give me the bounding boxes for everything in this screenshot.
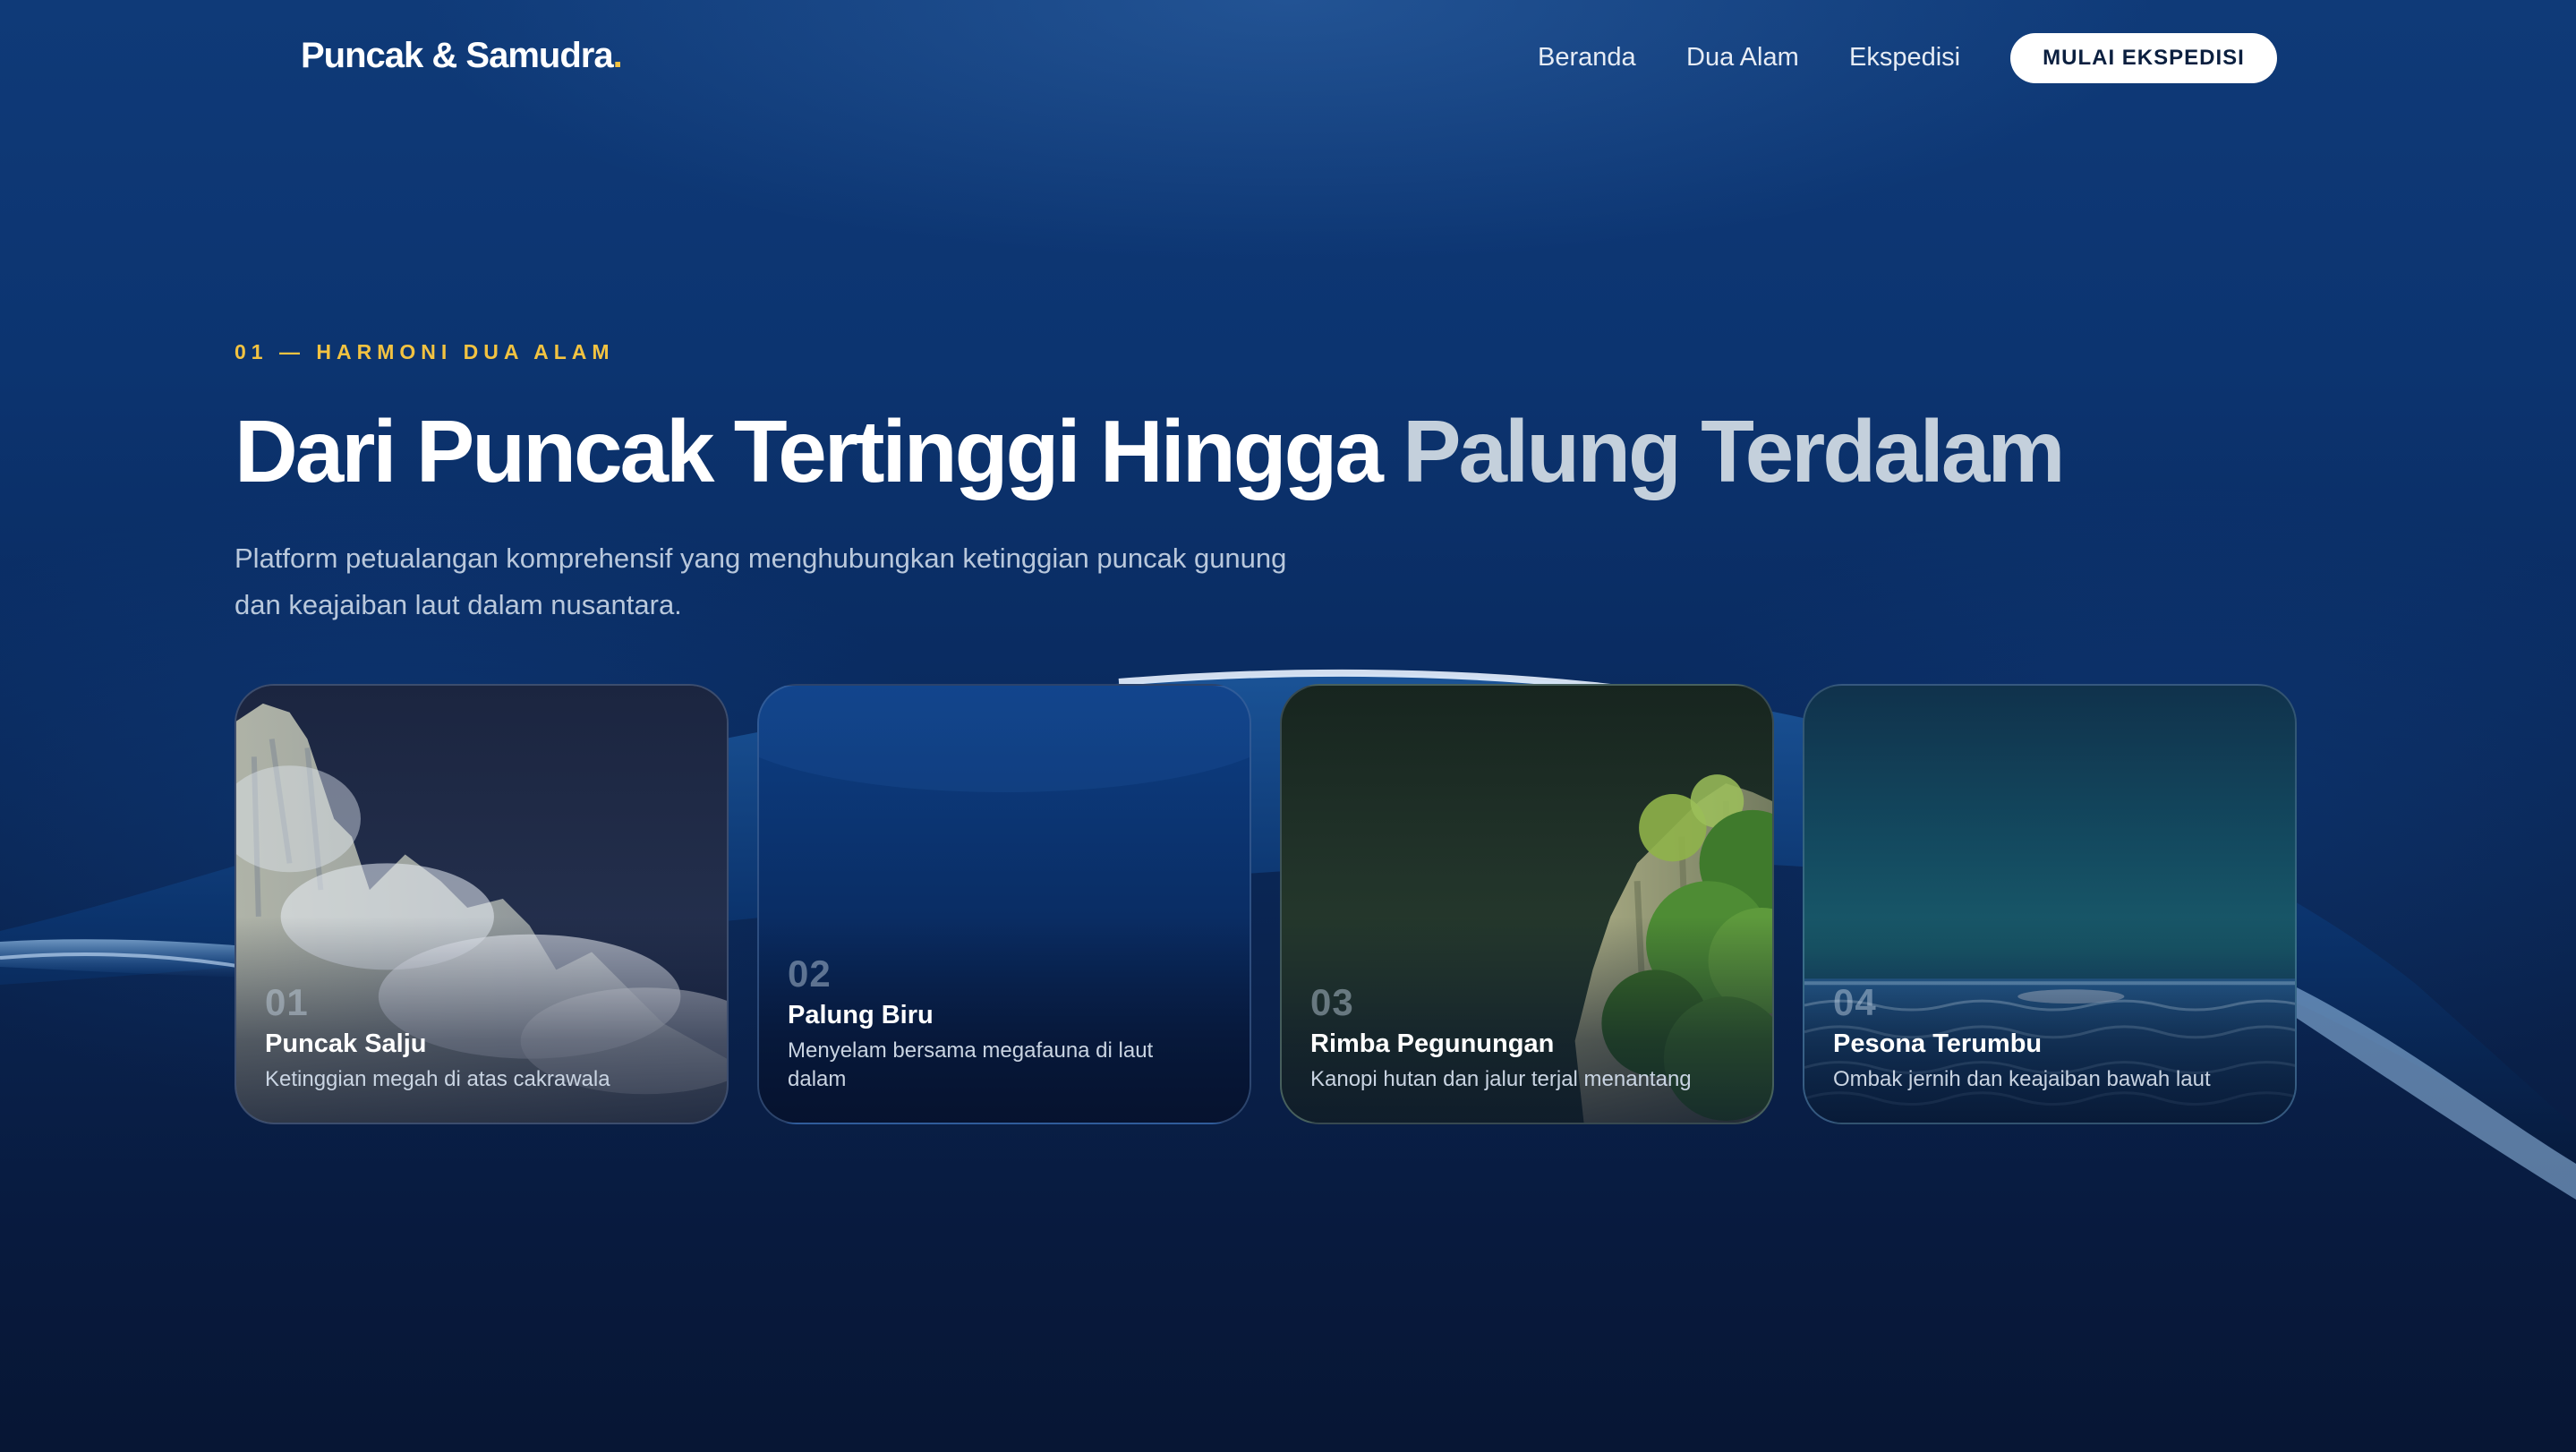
start-expedition-button[interactable]: MULAI EKSPEDISI [2010, 33, 2277, 83]
card-title: Rimba Pegunungan [1310, 1029, 1555, 1058]
card-number: 04 [1833, 981, 1877, 1023]
card-title: Palung Biru [788, 1001, 934, 1029]
card-rimba-pegunungan[interactable]: 03 Rimba Pegunungan Kanopi hutan dan jal… [1280, 684, 1774, 1124]
card-title: Puncak Salju [265, 1029, 427, 1058]
card-puncak-salju[interactable]: 01 Puncak Salju Ketinggian megah di atas… [235, 684, 729, 1124]
top-navigation: Puncak & Samudra. Beranda Dua Alam Ekspe… [0, 0, 2576, 116]
nav-link-ekspedisi[interactable]: Ekspedisi [1849, 43, 1960, 73]
card-pesona-terumbu[interactable]: 04 Pesona Terumbu Ombak jernih dan keaja… [1803, 684, 2297, 1124]
card-number: 03 [1310, 981, 1354, 1023]
page-title: Dari Puncak Tertinggi Hingga Palung Terd… [235, 401, 2066, 502]
nav-link-beranda[interactable]: Beranda [1538, 43, 1636, 73]
brand-name: Puncak & Samudra [301, 36, 614, 75]
card-number: 02 [788, 952, 832, 995]
brand-dot: . [612, 36, 623, 75]
headline-main: Dari Puncak Tertinggi Hingga [235, 402, 1384, 500]
card-description: Kanopi hutan dan jalur terjal menantang [1310, 1067, 1692, 1091]
card-palung-biru[interactable]: 02 Palung Biru Menyelam bersama megafaun… [757, 684, 1251, 1124]
headline-accent: Palung Terdalam [1403, 402, 2065, 500]
section-eyebrow: 01 — HARMONI DUA ALAM [235, 340, 615, 363]
nav-link-dua-alam[interactable]: Dua Alam [1686, 43, 1799, 73]
card-number: 01 [265, 981, 309, 1023]
destination-cards: 01 Puncak Salju Ketinggian megah di atas… [235, 684, 2299, 1124]
brand-logo[interactable]: Puncak & Samudra. [301, 36, 623, 76]
card-description: Ketinggian megah di atas cakrawala [265, 1067, 610, 1091]
card-description: Menyelam bersama megafauna di laut dalam [788, 1038, 1154, 1091]
hero-subtitle: Platform petualangan komprehensif yang m… [235, 542, 1287, 620]
card-description: Ombak jernih dan keajaiban bawah laut [1833, 1067, 2211, 1091]
card-title: Pesona Terumbu [1833, 1029, 2043, 1058]
